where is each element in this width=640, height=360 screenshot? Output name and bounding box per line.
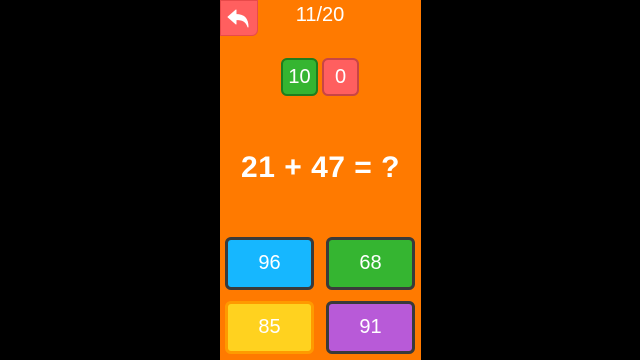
answer-button-2[interactable]: 68 [326, 237, 415, 290]
undo-arrow-icon [227, 9, 249, 28]
game-screen: 11/20 10 0 21 + 47 = ? 96 68 85 91 [220, 0, 421, 360]
answer-button-4[interactable]: 91 [326, 301, 415, 354]
math-question: 21 + 47 = ? [241, 151, 400, 184]
back-button[interactable] [220, 0, 258, 36]
answer-button-3[interactable]: 85 [225, 301, 314, 354]
question-progress: 11/20 [295, 4, 345, 26]
answer-button-1[interactable]: 96 [225, 237, 314, 290]
correct-score-badge: 10 [281, 58, 318, 96]
wrong-score-badge: 0 [322, 58, 359, 96]
